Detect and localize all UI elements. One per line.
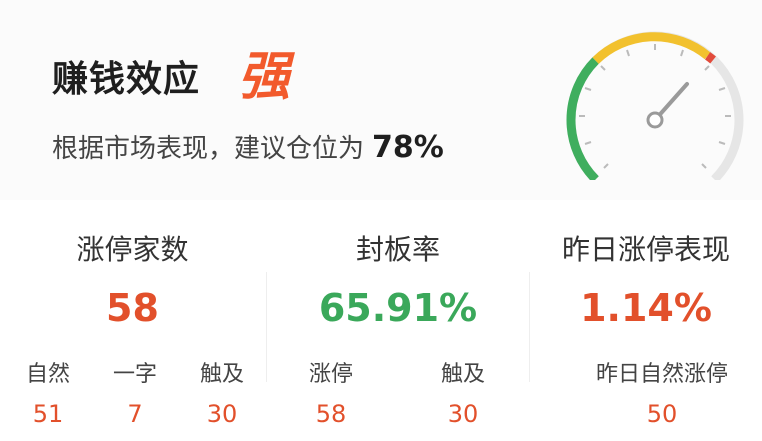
limit-up-count-value: 58 — [106, 286, 159, 330]
sealed-value: 58 — [315, 400, 347, 428]
position-suggestion-text: 根据市场表现，建议仓位为 — [52, 134, 365, 164]
sealed-label: 涨停 — [308, 362, 354, 387]
gauge-yellow-segment — [592, 32, 711, 64]
gauge-red-segment — [704, 52, 716, 64]
limit-up-count-panel[interactable]: 涨停家数 58 自然 一字 触及 51 7 30 — [0, 228, 265, 438]
position-percentage: 78% — [372, 130, 444, 165]
yesterday-performance-title: 昨日涨停表现 — [561, 233, 730, 266]
market-sentiment-card: 赚钱效应 强 根据市场表现，建议仓位为 78% — [0, 0, 762, 200]
one-word-label: 一字 — [112, 362, 158, 387]
touched-label: 触及 — [199, 362, 245, 387]
limit-up-count-title: 涨停家数 — [76, 233, 189, 266]
yesterday-performance-value: 1.14% — [580, 286, 712, 330]
position-suggestion: 根据市场表现，建议仓位为 78% — [52, 128, 444, 165]
gauge-ticks — [579, 44, 731, 169]
gauge-hub — [646, 111, 664, 129]
natural-value: 51 — [32, 400, 64, 428]
yesterday-performance-panel[interactable]: 昨日涨停表现 1.14% 昨日自然涨停 50 — [530, 228, 762, 438]
seal-rate-title: 封板率 — [355, 233, 440, 266]
card-title: 赚钱效应 — [52, 59, 201, 100]
gauge-meter — [566, 31, 744, 180]
yesterday-natural-label: 昨日自然涨停 — [595, 362, 729, 387]
seal-rate-value: 65.91% — [318, 286, 478, 330]
yesterday-natural-value: 50 — [646, 400, 678, 428]
seal-rate-panel[interactable]: 封板率 65.91% 涨停 触及 58 30 — [267, 228, 529, 438]
touched-value: 30 — [447, 400, 479, 428]
strength-label: 强 — [238, 47, 291, 107]
touched-label: 触及 — [440, 362, 486, 387]
one-word-value: 7 — [127, 400, 143, 428]
natural-label: 自然 — [25, 362, 71, 387]
touched-value: 30 — [206, 400, 238, 428]
gauge-green-segment — [566, 57, 599, 180]
